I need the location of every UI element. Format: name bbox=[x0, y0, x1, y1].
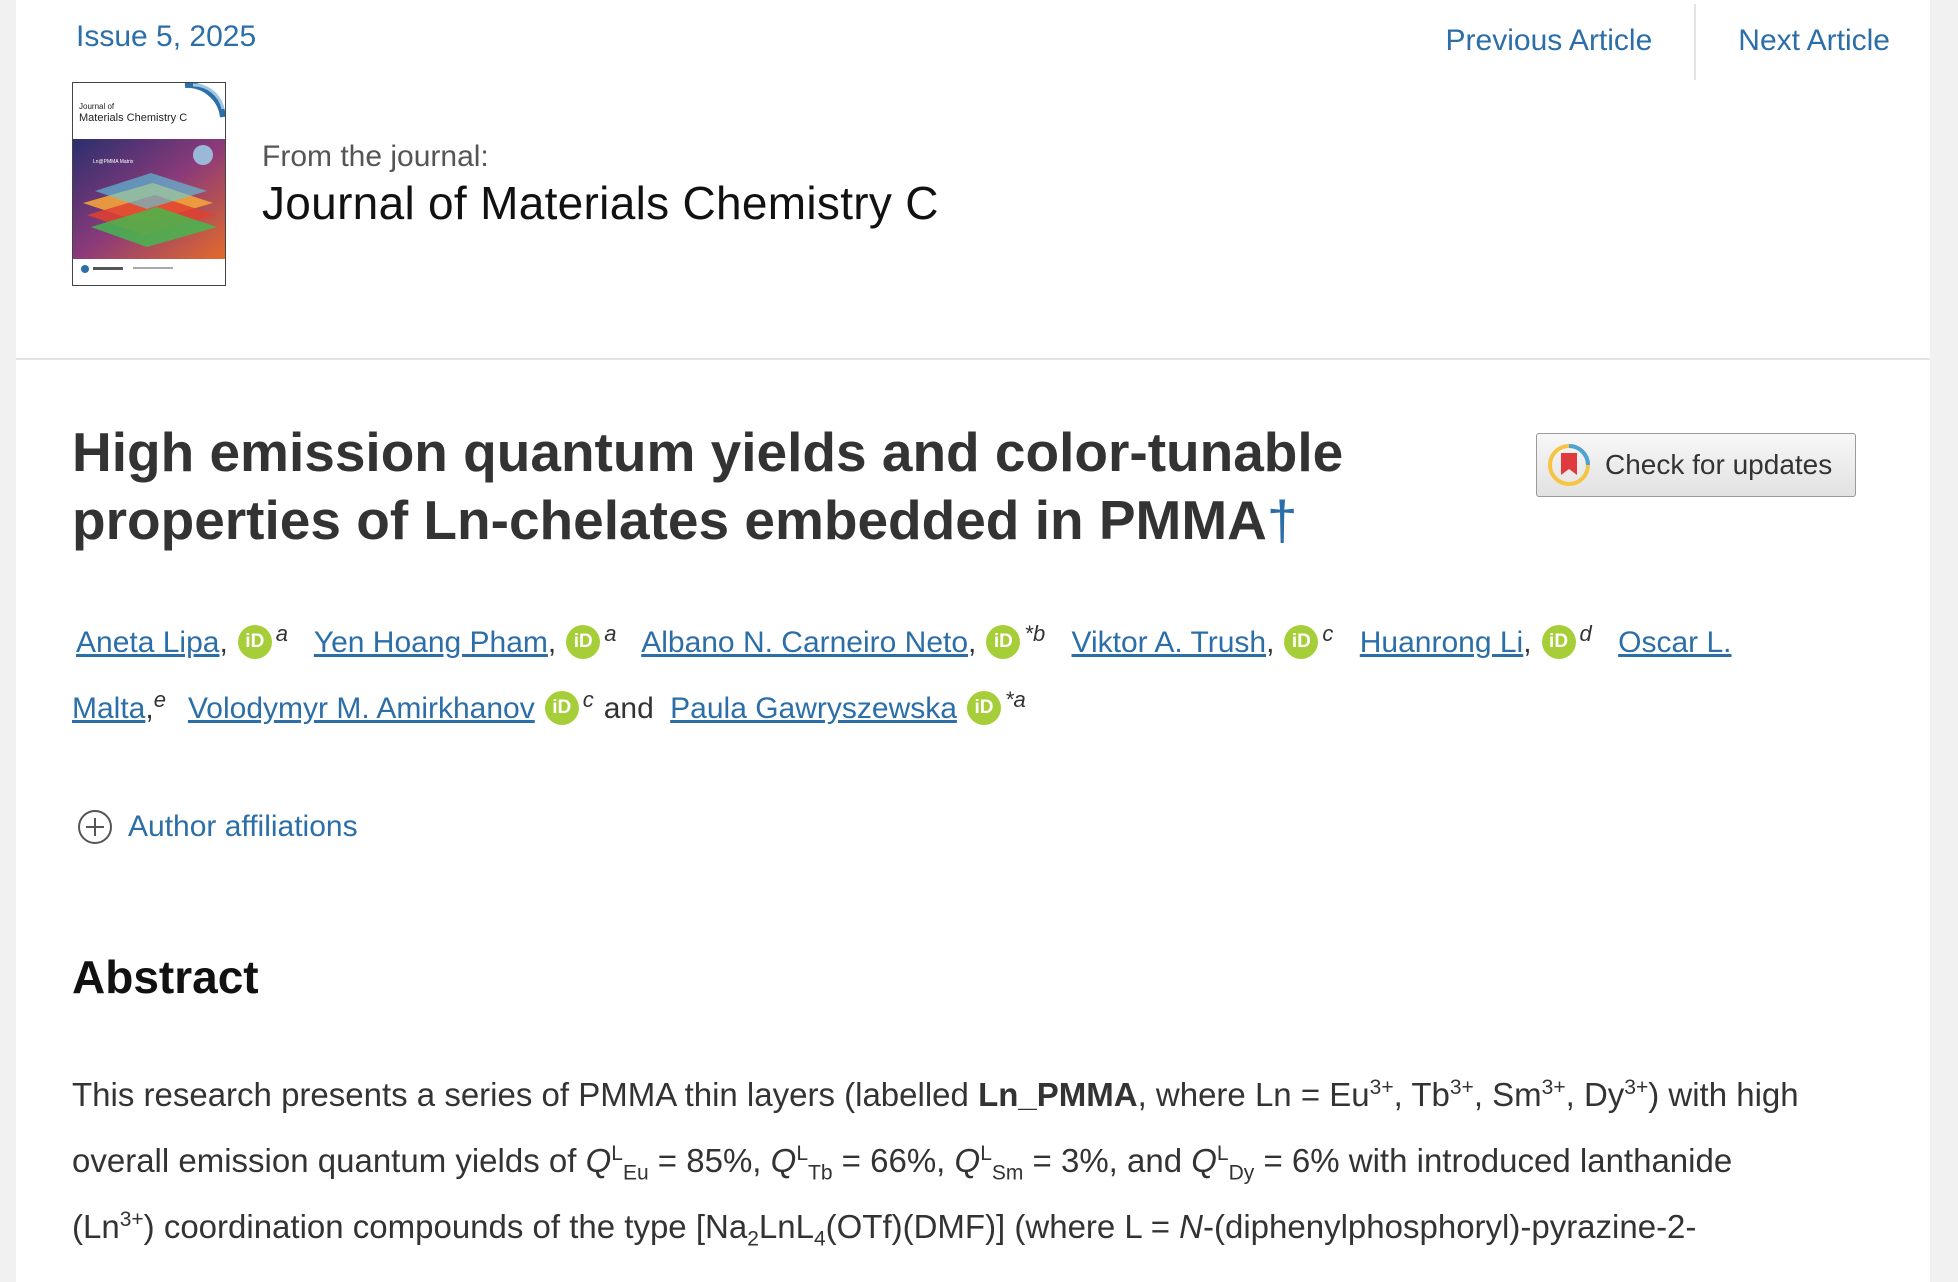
superscript: 3+ bbox=[1369, 1076, 1394, 1099]
author-line-1: Aneta Lipa, iD a Yen Hoang Pham, iD a Albano… bbox=[76, 621, 1732, 660]
issue-link[interactable]: Issue 5, 2025 bbox=[76, 20, 256, 54]
abstract-line-3: (Ln3+) coordination compounds of the typ… bbox=[72, 1194, 1872, 1260]
symbol: Q bbox=[1191, 1142, 1217, 1179]
affiliation-marker: c bbox=[582, 687, 594, 712]
superscript: L bbox=[796, 1142, 808, 1165]
and-text: and bbox=[603, 692, 654, 725]
affiliation-marker: d bbox=[1579, 621, 1592, 646]
text: = 6% with introduced lanthanide bbox=[1254, 1142, 1733, 1179]
orcid-icon[interactable]: iD bbox=[966, 691, 1001, 726]
title-line-2: properties of Ln-chelates embedded in PM… bbox=[72, 489, 1267, 551]
author-link[interactable]: Albano N. Carneiro Neto bbox=[641, 626, 968, 659]
affiliation-marker: *a bbox=[1004, 687, 1026, 712]
author-link[interactable]: Yen Hoang Pham bbox=[314, 626, 548, 659]
previous-article-link[interactable]: Previous Article bbox=[1404, 0, 1695, 58]
orcid-icon[interactable]: iD bbox=[1541, 625, 1576, 660]
text: (OTf)(DMF)] (where L = bbox=[825, 1208, 1180, 1245]
journal-cover-image[interactable]: Journal of Materials Chemistry C Ln@PMMA… bbox=[72, 82, 226, 286]
subscript: Eu bbox=[622, 1161, 649, 1185]
text: ) with high bbox=[1648, 1076, 1799, 1113]
affiliation-marker: e bbox=[153, 687, 166, 712]
plus-circle-icon bbox=[78, 810, 112, 844]
affiliation-marker: a bbox=[275, 621, 289, 646]
subscript: 2 bbox=[747, 1227, 759, 1251]
sample-label: Ln_PMMA bbox=[978, 1076, 1138, 1113]
symbol: Q bbox=[954, 1142, 981, 1179]
check-for-updates-button[interactable]: Check for updates bbox=[1536, 433, 1856, 497]
abstract-text: This research presents a series of PMMA … bbox=[72, 1062, 1872, 1260]
esi-dagger-link[interactable]: † bbox=[1267, 489, 1298, 551]
title-line-1: High emission quantum yields and color-t… bbox=[72, 421, 1344, 483]
superscript: L bbox=[1216, 1142, 1229, 1165]
author-link[interactable]: Malta bbox=[72, 692, 145, 725]
check-for-updates-label: Check for updates bbox=[1605, 449, 1833, 480]
author-link[interactable]: Oscar L. bbox=[1618, 626, 1731, 659]
cover-art-label: Ln@PMMA Matrix bbox=[93, 159, 134, 165]
symbol: Q bbox=[770, 1142, 797, 1179]
journal-name-link[interactable]: Journal of Materials Chemistry C bbox=[262, 176, 939, 230]
author-link[interactable]: Aneta Lipa bbox=[76, 626, 219, 659]
superscript: L bbox=[980, 1142, 992, 1165]
text: = 66%, bbox=[832, 1142, 955, 1179]
author-link[interactable]: Viktor A. Trush bbox=[1072, 626, 1267, 659]
cover-title-line1: Journal of bbox=[79, 102, 115, 111]
superscript: 3+ bbox=[1624, 1076, 1649, 1099]
author-affiliations-toggle[interactable]: Author affiliations bbox=[76, 808, 358, 846]
author-line-2: Malta,e Volodymyr M. Amirkhanov iD c and Pau… bbox=[72, 687, 1026, 726]
affiliation-marker: *b bbox=[1024, 621, 1046, 646]
orcid-icon[interactable]: iD bbox=[986, 625, 1021, 660]
symbol: N bbox=[1179, 1208, 1204, 1245]
text: = 3%, and bbox=[1023, 1142, 1192, 1179]
article-nav: Previous Article Next Article bbox=[1404, 0, 1890, 80]
subscript: Sm bbox=[991, 1161, 1024, 1185]
abstract-line-2: overall emission quantum yields of QLEu … bbox=[72, 1128, 1872, 1194]
subscript: Dy bbox=[1228, 1161, 1255, 1185]
orcid-icon[interactable]: iD bbox=[544, 691, 579, 726]
abstract-heading: Abstract bbox=[72, 951, 259, 1003]
text: , Dy bbox=[1565, 1076, 1625, 1113]
text: overall emission quantum yields of bbox=[72, 1142, 586, 1179]
author-link[interactable]: Volodymyr M. Amirkhanov bbox=[188, 692, 535, 725]
text: This research presents a series of PMMA … bbox=[72, 1076, 979, 1113]
next-article-link[interactable]: Next Article bbox=[1696, 0, 1890, 58]
cover-title-line2: Materials Chemistry C bbox=[79, 112, 187, 124]
subscript: Tb bbox=[808, 1161, 833, 1185]
article-page: Issue 5, 2025 Previous Article Next Arti… bbox=[16, 0, 1930, 1282]
cover-art: Journal of Materials Chemistry C Ln@PMMA… bbox=[73, 83, 225, 285]
affiliation-marker: a bbox=[604, 621, 617, 646]
text: ) coordination compounds of the type [Na bbox=[143, 1208, 748, 1245]
article-title: High emission quantum yields and color-t… bbox=[72, 418, 1412, 554]
header-divider bbox=[16, 358, 1930, 360]
text: -(diphenylphosphoryl)-pyrazine-2- bbox=[1203, 1208, 1697, 1245]
from-journal-label: From the journal: bbox=[262, 140, 489, 173]
orcid-icon[interactable]: iD bbox=[566, 625, 601, 660]
orcid-icon[interactable]: iD bbox=[1284, 625, 1319, 660]
text: , Sm bbox=[1473, 1076, 1542, 1113]
affiliation-marker: c bbox=[1322, 621, 1334, 646]
text: , Tb bbox=[1393, 1076, 1450, 1113]
abstract-line-1: This research presents a series of PMMA … bbox=[72, 1062, 1872, 1128]
text: , where Ln = Eu bbox=[1137, 1076, 1370, 1113]
superscript: 3+ bbox=[119, 1208, 144, 1231]
symbol: Q bbox=[585, 1142, 612, 1179]
superscript: 3+ bbox=[1449, 1076, 1474, 1099]
text: (Ln bbox=[72, 1208, 120, 1245]
author-affiliations-label: Author affiliations bbox=[128, 810, 358, 843]
author-link[interactable]: Paula Gawryszewska bbox=[670, 692, 957, 725]
author-list: Aneta Lipa, iD a Yen Hoang Pham, iD a Albano… bbox=[72, 610, 1872, 742]
author-link[interactable]: Huanrong Li bbox=[1360, 626, 1523, 659]
superscript: L bbox=[611, 1142, 623, 1165]
text: = 85%, bbox=[648, 1142, 771, 1179]
subscript: 4 bbox=[813, 1227, 826, 1251]
text: LnL bbox=[758, 1208, 814, 1245]
crossmark-icon bbox=[1548, 444, 1590, 486]
orcid-icon[interactable]: iD bbox=[237, 625, 272, 660]
superscript: 3+ bbox=[1541, 1076, 1566, 1099]
